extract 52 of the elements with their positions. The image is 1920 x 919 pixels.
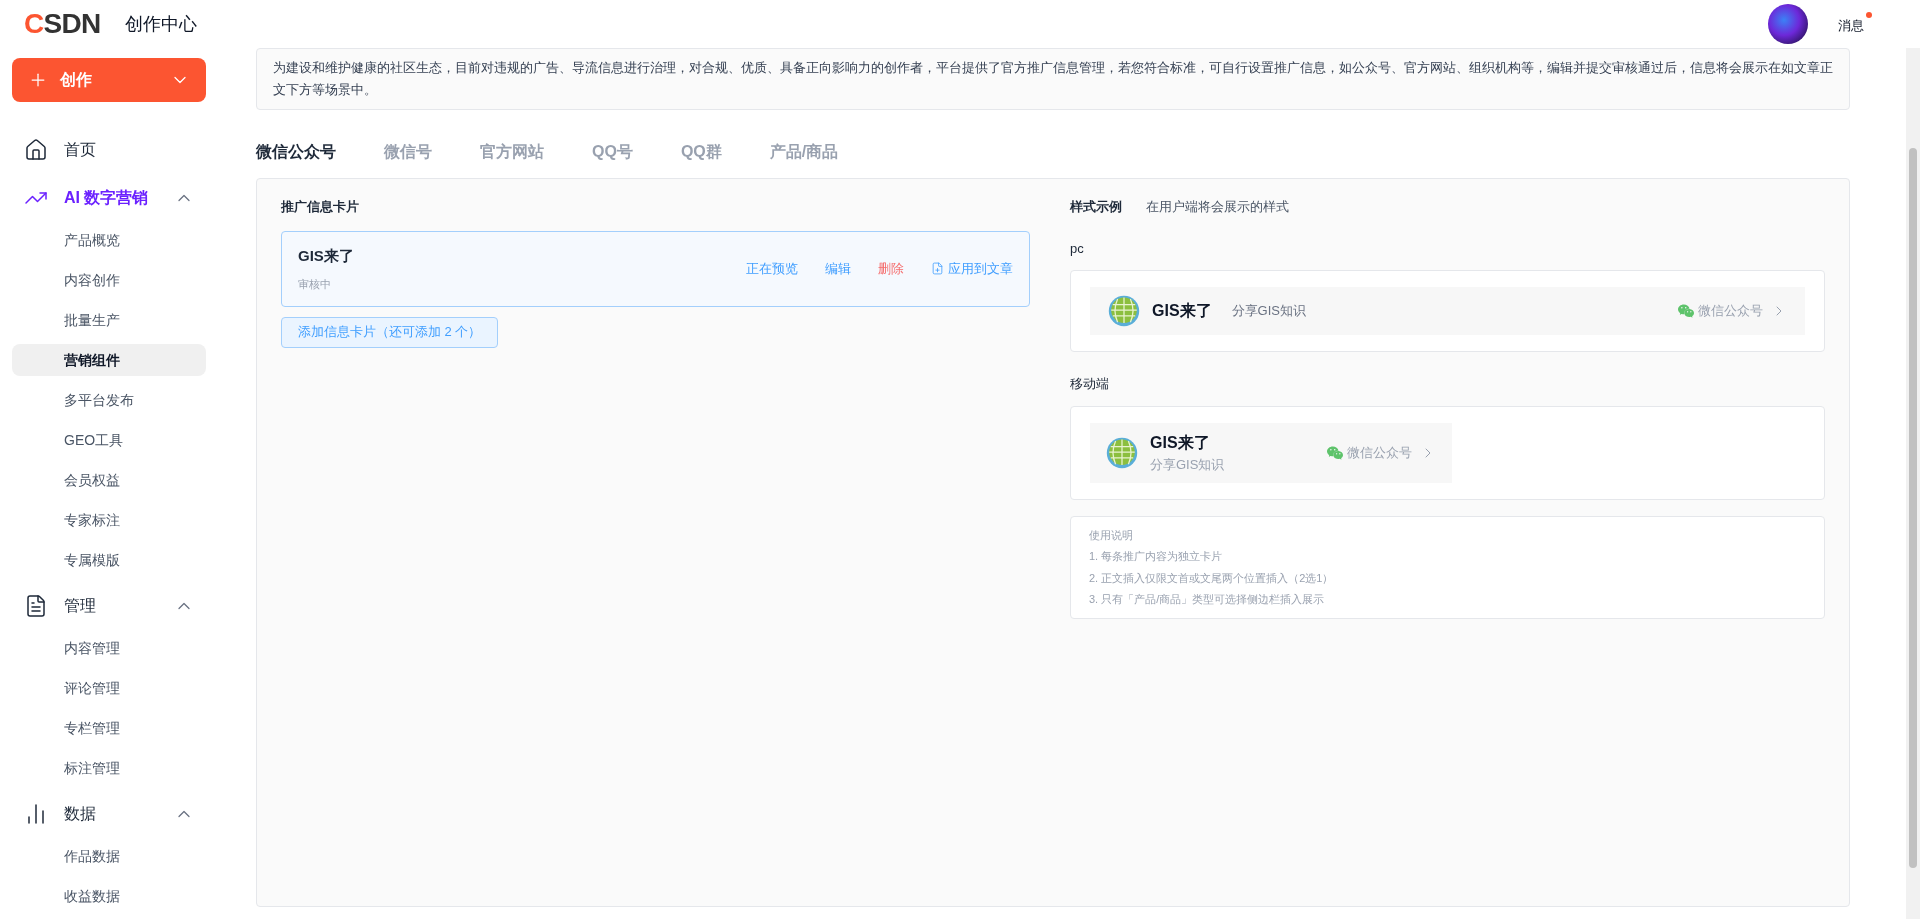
file-plus-icon	[931, 262, 944, 275]
document-icon	[24, 594, 48, 618]
sidebar-item[interactable]: 营销组件	[12, 344, 206, 376]
sidebar-group[interactable]: 数据	[12, 792, 206, 836]
sidebar-item[interactable]: 专栏管理	[12, 712, 206, 744]
group-label: 首页	[64, 140, 97, 160]
sidebar-item[interactable]: 专属模版	[12, 544, 206, 576]
scrollbar[interactable]	[1906, 48, 1920, 919]
sidebar-item[interactable]: 评论管理	[12, 672, 206, 704]
pc-label: pc	[1070, 239, 1085, 258]
sidebar-group[interactable]: 管理	[12, 584, 206, 628]
card-status: 审核中	[298, 276, 332, 292]
avatar[interactable]	[1768, 4, 1808, 44]
sidebar-item[interactable]: 作品数据	[12, 840, 206, 872]
sidebar-item[interactable]: 专家标注	[12, 504, 206, 536]
home-icon	[24, 138, 48, 162]
logo[interactable]: CSDN	[24, 3, 101, 45]
messages-button[interactable]: 消息	[1838, 12, 1872, 36]
sidebar-item[interactable]: GEO工具	[12, 424, 206, 456]
sidebar-item[interactable]: 会员权益	[12, 464, 206, 496]
instruction-text: 1. 每条推广内容为独立卡片	[1089, 549, 1224, 564]
account-description: 分享GIS知识	[1231, 302, 1307, 321]
wechat-icon	[1678, 303, 1694, 319]
preview-subtitle: 在用户端将会展示的样式	[1146, 198, 1289, 216]
app-title: 创作中心	[124, 12, 197, 36]
group-label: 数据	[64, 804, 97, 824]
sidebar-group[interactable]: AI 数字营销	[12, 176, 206, 220]
account-description: 分享GIS知识	[1150, 455, 1226, 474]
sidebar-item[interactable]: 多平台发布	[12, 384, 206, 416]
sidebar-item[interactable]: 内容管理	[12, 632, 206, 664]
account-name: GIS来了	[1152, 301, 1212, 321]
globe-icon	[1108, 295, 1140, 327]
mobile-label: 移动端	[1070, 375, 1110, 393]
sidebar-item[interactable]: 批量生产	[12, 304, 206, 336]
instruction-text: 3. 只有「产品/商品」类型可选择侧边栏插入展示	[1089, 592, 1326, 607]
section-title: 推广信息卡片	[281, 198, 360, 216]
globe-icon	[1106, 436, 1138, 469]
tab[interactable]: 微信公众号	[256, 140, 336, 164]
instruction-text: 2. 正文插入仅限文首或文尾两个位置插入（2选1）	[1089, 570, 1335, 586]
wechat-icon	[1327, 444, 1343, 461]
sidebar-group[interactable]: 首页	[12, 128, 206, 172]
instructions-title: 使用说明	[1089, 527, 1134, 543]
preview-title: 样式示例	[1070, 198, 1122, 216]
sidebar-item[interactable]: 标注管理	[12, 752, 206, 784]
account-name: GIS来了	[1150, 432, 1211, 453]
card-name: GIS来了	[298, 246, 355, 266]
group-label: 管理	[64, 596, 97, 616]
group-label: AI 数字营销	[64, 188, 150, 208]
sidebar-item[interactable]: 收益数据	[12, 880, 206, 912]
sidebar-item[interactable]: 内容创作	[12, 264, 206, 296]
sidebar-item[interactable]: 产品概览	[12, 224, 206, 256]
notice-panel: 为建设和维护健康的社区生态，目前对违规的广告、导流信息进行治理，对合规、优质、具备正向影响力的创作者，平台提供了官方推广信息管理，若您符合标准，可自行设置推广信息，如公众号、官方网站、组织机构等，编辑并提交审核通过后，信息将会展示在如文章正文下方等场景中。	[256, 48, 1850, 110]
